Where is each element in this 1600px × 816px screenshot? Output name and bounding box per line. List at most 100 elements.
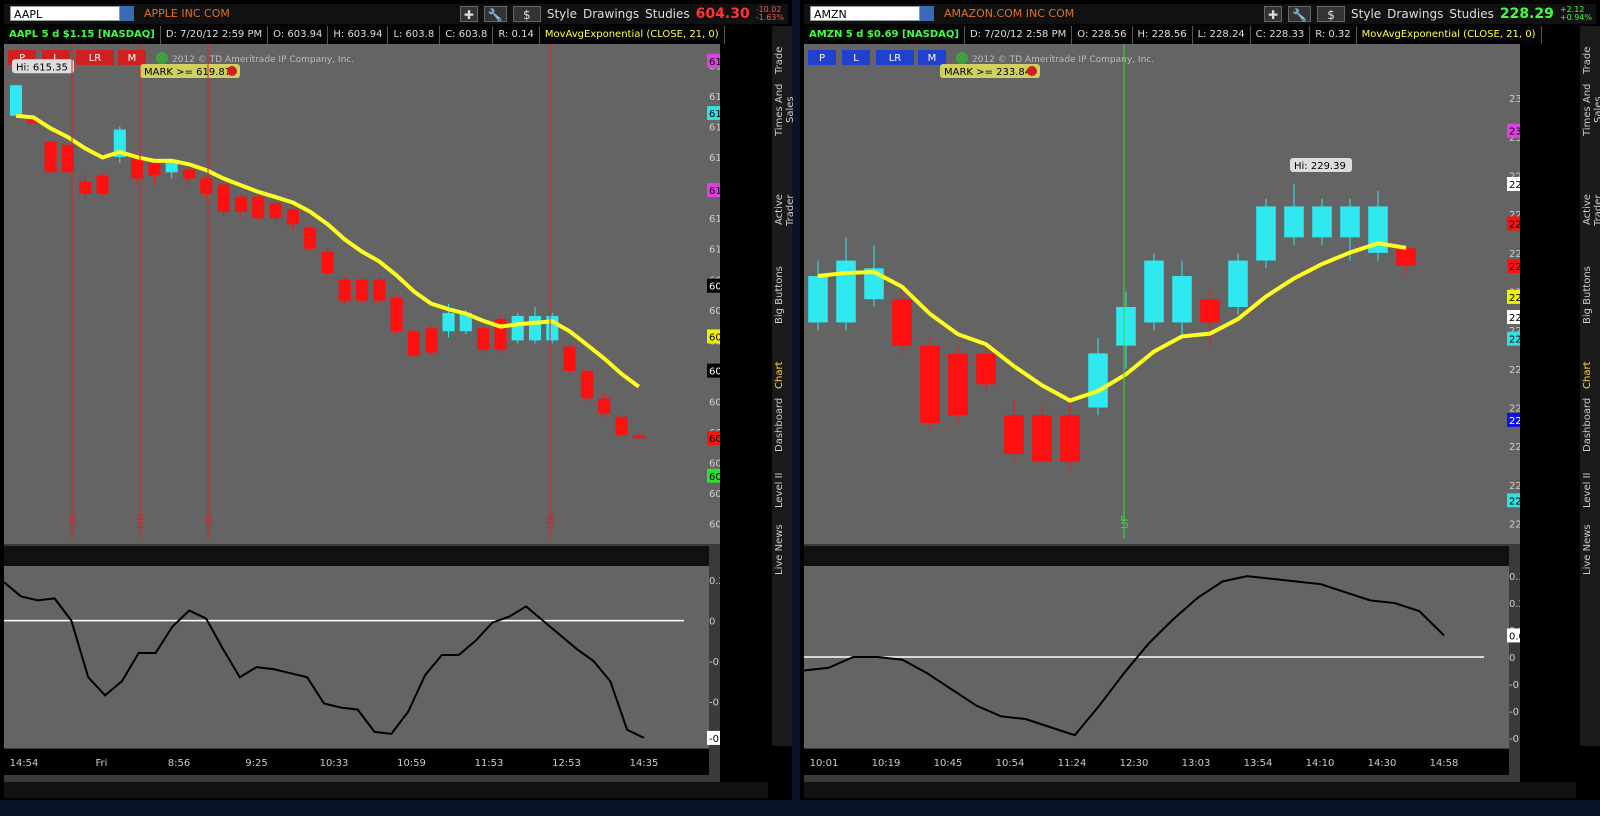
osc-tick-label: 0	[1509, 653, 1515, 664]
drawing-button-label: M	[128, 53, 137, 64]
aapl-chart-svg[interactable]: P L LR M 2012 © TD Ameritrade IP Company, In…	[3, 44, 751, 784]
time-axis	[804, 749, 1509, 775]
dollar-button[interactable]: $	[1317, 6, 1346, 22]
x-tick-label: 14:10	[1306, 758, 1335, 769]
symbol-input[interactable]: AMZN	[810, 6, 920, 21]
osc-tick-label: 0.3	[1509, 572, 1520, 583]
dollar-button[interactable]: $	[512, 6, 541, 22]
drawings-menu[interactable]: Drawings	[583, 7, 639, 21]
rail-tab-live-news[interactable]: Live News	[774, 520, 790, 580]
bar-open: O: 228.56	[1072, 26, 1133, 44]
rail-tab-big-buttons[interactable]: Big Buttons	[1582, 265, 1598, 325]
price-label: 608.79	[709, 282, 720, 293]
copyright-text: 2012 © TD Ameritrade IP Company, Inc.	[172, 55, 354, 65]
candle-body	[892, 299, 912, 346]
candle-body	[1228, 260, 1248, 307]
bar-range: R: 0.14	[493, 26, 540, 44]
close-mark-icon	[227, 66, 237, 76]
rail-tab-live-news[interactable]: Live News	[1582, 520, 1598, 580]
panel-header: AMZN AMAZON.COM INC COM ✚ 🔧 $ Style Draw…	[804, 4, 1596, 24]
candle-body	[148, 163, 161, 176]
osc-tick-label: -0.2	[1509, 707, 1520, 718]
y-tick-label: 225	[1509, 520, 1520, 531]
candle-body	[598, 398, 611, 414]
rail-tab-active-trader[interactable]: Active Trader	[1582, 180, 1600, 240]
rail-tab-level-ii[interactable]: Level II	[1582, 460, 1598, 520]
chart-info-bar: AAPL 5 d $1.15 [NASDAQ] D: 7/20/12 2:59 …	[4, 26, 725, 44]
x-tick-label: 14:35	[630, 758, 659, 769]
studies-menu[interactable]: Studies	[1449, 7, 1494, 21]
rail-tab-big-buttons[interactable]: Big Buttons	[774, 265, 790, 325]
chart-description[interactable]: AAPL 5 d $1.15 [NASDAQ]	[4, 26, 161, 44]
rail-tab-active-trader[interactable]: Active Trader	[774, 180, 796, 240]
price-chart[interactable]: P L LR M 2012 © TD Ameritrade IP Company, In…	[3, 44, 751, 784]
price-label: 227.93	[1509, 293, 1520, 304]
x-tick-label: 11:24	[1058, 758, 1087, 769]
aapl-panel: AAPL APPLE INC COM ✚ 🔧 $ Style Drawings …	[0, 0, 796, 800]
drawing-button-label: M	[928, 53, 937, 64]
study-label[interactable]: MovAvgExponential (CLOSE, 21, 0)	[540, 26, 725, 44]
crosshair-icon[interactable]: ✚	[1264, 6, 1283, 22]
y-tick-label: 608	[709, 306, 720, 317]
time-axis	[4, 749, 709, 775]
symbol-dropdown-button[interactable]	[920, 6, 934, 21]
style-menu[interactable]: Style	[547, 7, 577, 21]
crosshair-icon[interactable]: ✚	[459, 6, 478, 22]
y-tick-label: 603	[709, 459, 720, 470]
price-label: 225.3	[1509, 496, 1520, 507]
drawings-menu[interactable]: Drawings	[1387, 7, 1443, 21]
osc-tick-label: 0.2	[709, 576, 720, 587]
osc-tick-label: -0.2	[709, 657, 720, 668]
copyright-text: 2012 © TD Ameritrade IP Company, Inc.	[972, 55, 1154, 65]
candle-body	[976, 353, 996, 385]
candle-body	[528, 315, 542, 341]
price-label: 606.01	[709, 367, 720, 378]
candle-body	[1172, 276, 1192, 323]
study-label[interactable]: MovAvgExponential (CLOSE, 21, 0)	[1357, 26, 1542, 44]
candle-body	[9, 85, 23, 116]
y-tick-label: 615	[709, 92, 720, 103]
candle-body	[286, 209, 299, 225]
candle-body	[1200, 299, 1220, 323]
candle-body	[808, 276, 828, 323]
bar-open: O: 603.94	[268, 26, 329, 44]
rail-tab-times-and-sales[interactable]: Times And Sales	[1582, 80, 1600, 140]
candle-body	[1396, 248, 1416, 266]
x-tick-label: 10:45	[934, 758, 963, 769]
candle-body	[269, 202, 282, 219]
wrench-icon[interactable]: 🔧	[483, 6, 507, 22]
rail-tab-times-and-sales[interactable]: Times And Sales	[774, 80, 796, 140]
y-tick-label: 225.5	[1509, 481, 1520, 492]
candle-body	[252, 196, 265, 219]
chart-description[interactable]: AMZN 5 d $0.69 [NASDAQ]	[804, 26, 965, 44]
x-tick-label: 10:33	[320, 758, 349, 769]
company-name: AMAZON.COM INC COM	[944, 7, 1075, 20]
candle-body	[580, 370, 593, 399]
rail-tab-dashboard[interactable]: Dashboard	[774, 395, 790, 455]
x-tick-label: 13:03	[1182, 758, 1211, 769]
price-label: 227.39	[1509, 335, 1520, 346]
wrench-icon[interactable]: 🔧	[1288, 6, 1312, 22]
amzn-chart-svg[interactable]: P L LR M 2012 © TD Ameritrade IP Company, In…	[803, 44, 1551, 784]
chart-footer	[804, 782, 1576, 798]
drawing-button-label: LR	[89, 53, 102, 64]
candle-body	[1116, 306, 1136, 346]
symbol-input[interactable]: AAPL	[10, 6, 120, 21]
x-tick-label: 10:54	[996, 758, 1025, 769]
x-tick-label: 11:53	[475, 758, 504, 769]
candle-body	[355, 279, 369, 301]
bar-close: C: 603.8	[440, 26, 494, 44]
price-label: 230.08	[1509, 127, 1520, 138]
side-rail: Trade Times And Sales Active Trader Big But…	[1580, 26, 1600, 746]
rail-tab-dashboard[interactable]: Dashboard	[1582, 395, 1598, 455]
price-chart[interactable]: P L LR M 2012 © TD Ameritrade IP Company, In…	[803, 44, 1551, 784]
y-tick-label: 610	[709, 245, 720, 256]
osc-last-label: -0.5798	[709, 734, 720, 745]
studies-menu[interactable]: Studies	[645, 7, 690, 21]
price-label: 607.13	[709, 332, 720, 343]
style-menu[interactable]: Style	[1351, 7, 1381, 21]
bar-high: H: 228.56	[1133, 26, 1193, 44]
candle-body	[79, 181, 92, 194]
rail-tab-level-ii[interactable]: Level II	[774, 460, 790, 520]
symbol-dropdown-button[interactable]	[120, 6, 134, 21]
